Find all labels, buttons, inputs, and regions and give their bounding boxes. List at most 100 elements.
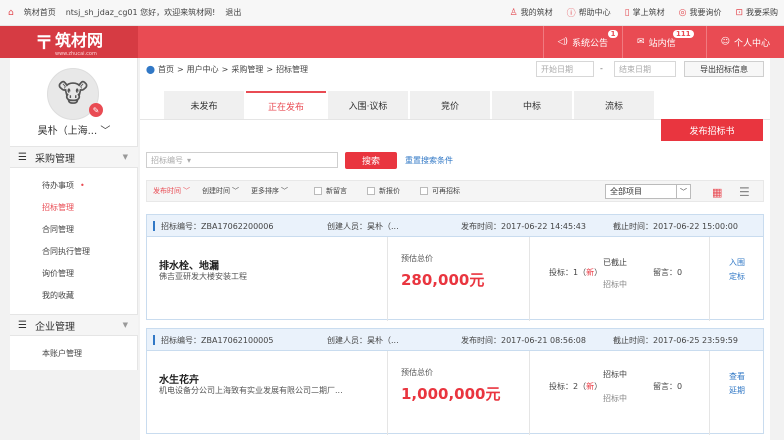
end-date-input[interactable]: 结束日期 (614, 61, 676, 77)
divider (709, 351, 710, 435)
breadcrumb: ⬤ 首页 > 用户中心 > 采购管理 > 招标管理 (146, 64, 309, 75)
my-zhucai-link[interactable]: ♙ 我的筑材 (510, 7, 553, 18)
crumb-home[interactable]: 首页 (158, 64, 174, 75)
crumb-user-center[interactable]: 用户中心 (187, 64, 219, 75)
header-accent (153, 220, 155, 231)
filter-rebid[interactable]: 可再招标 (420, 186, 460, 196)
status-top: 已截止 (603, 258, 627, 267)
tab-awarded[interactable]: 中标 (492, 91, 572, 119)
sort-publish-time[interactable]: 发布时间 ﹀ (147, 186, 196, 196)
grid-view-icon[interactable]: ▦ (712, 186, 722, 199)
status-bottom: 招标中 (603, 280, 627, 289)
extend-action[interactable]: 延期 (729, 385, 745, 396)
project-company: 机电设备分公司上海致有实业发展有限公司二期厂... (159, 386, 343, 395)
home-link[interactable]: 筑材首页 (24, 7, 56, 18)
inquiry-icon: ◎ (678, 7, 687, 18)
status-top: 招标中 (603, 370, 627, 379)
start-date-input[interactable]: 开始日期 (536, 61, 594, 77)
chevron-down-icon: ﹀ (232, 187, 239, 195)
sidebar-item-bid-management[interactable]: 招标管理 (42, 202, 74, 213)
tab-failed[interactable]: 流标 (574, 91, 654, 119)
sidebar-item-contract-exec[interactable]: 合同执行管理 (42, 246, 90, 257)
checkbox[interactable] (314, 187, 322, 195)
bid-creator: 创建人员：昊朴（... (327, 336, 399, 345)
checkbox[interactable] (367, 187, 375, 195)
sidebar-item-inquiry[interactable]: 询价管理 (42, 268, 74, 279)
project-name[interactable]: 水生花卉 (159, 371, 199, 386)
tab-auction[interactable]: 竞价 (410, 91, 490, 119)
bid-code-search-input[interactable]: 招标编号 ▾ (146, 152, 338, 168)
message-count: 留言：0 (653, 382, 683, 391)
tab-shortlist[interactable]: 入围·议标 (328, 91, 408, 119)
logout-link[interactable]: 退出 (225, 7, 241, 18)
view-action[interactable]: 查看 (729, 371, 745, 382)
list-view-icon[interactable]: ☰ (739, 185, 750, 199)
bid-publish-time: 发布时间：2017-06-22 14:45:43 (461, 222, 586, 231)
bid-code: 招标编号：ZBA17062200006 (161, 222, 274, 231)
tab-unpublished[interactable]: 未发布 (164, 91, 244, 119)
notice-badge: 1 (607, 30, 619, 38)
filter-new-message[interactable]: 新留言 (314, 186, 347, 196)
messages-button[interactable]: ✉ 站内信 111 (622, 26, 706, 58)
date-separator: - (600, 64, 603, 73)
bid-publish-time: 发布时间：2017-06-21 08:56:08 (461, 336, 586, 345)
project-select[interactable]: 全部项目 ﹀ (605, 184, 691, 199)
bid-card: 招标编号：ZBA17062100005 创建人员：昊朴（... 发布时间：201… (146, 328, 764, 435)
chevron-down-icon: ﹀ (676, 185, 690, 198)
logo[interactable]: 〒 筑材网 www.zhucai.com (0, 26, 138, 58)
status-bottom: 招标中 (603, 394, 627, 403)
sidebar-item-contract[interactable]: 合同管理 (42, 224, 74, 235)
speaker-icon: ◁) (557, 37, 569, 47)
sidebar-item-todo[interactable]: 待办事项 • (42, 180, 85, 191)
chevron-down-icon: ﹀ (183, 187, 190, 195)
bid-card-header: 招标编号：ZBA17062200006 创建人员：昊朴（... 发布时间：201… (147, 215, 763, 237)
project-name[interactable]: 排水栓、地漏 (159, 257, 219, 272)
divider (529, 237, 530, 321)
chevron-down-icon: ▼ (122, 153, 128, 161)
bid-creator: 创建人员：昊朴（... (327, 222, 399, 231)
reset-search-link[interactable]: 重置搜索条件 (405, 155, 453, 166)
divider (387, 237, 388, 321)
phone-icon: ▯ (624, 7, 630, 18)
messages-badge: 111 (673, 30, 694, 38)
inquiry-link[interactable]: ◎ 我要询价 (679, 7, 722, 18)
purchase-link[interactable]: ⊡ 我要采购 (735, 7, 778, 18)
sidebar-item-account[interactable]: 本账户管理 (42, 348, 82, 359)
chevron-down-icon: ▼ (122, 321, 128, 329)
filter-new-quote[interactable]: 新报价 (367, 186, 400, 196)
chevron-down-icon: ﹀ (100, 126, 111, 137)
shortlist-action[interactable]: 入围 (729, 257, 745, 268)
sidebar-item-favorites[interactable]: 我的收藏 (42, 290, 74, 301)
help-icon: ⓘ (566, 9, 576, 19)
divider (387, 351, 388, 435)
status-tabs: 未发布 正在发布 入围·议标 竞价 中标 流标 (164, 91, 654, 119)
system-notice-button[interactable]: ◁) 系统公告 1 (542, 26, 622, 58)
search-button[interactable]: 搜索 (345, 152, 397, 169)
checkbox[interactable] (420, 187, 428, 195)
price-label: 预估总价 (401, 368, 433, 377)
main-header: 〒 筑材网 www.zhucai.com ◁) 系统公告 1 ✉ 站内信 111 … (0, 26, 784, 58)
award-action[interactable]: 定标 (729, 271, 745, 282)
publish-tender-button[interactable]: 发布招标书 (661, 119, 763, 141)
section-purchase-management[interactable]: ☰ 采购管理 ▼ (10, 146, 138, 168)
price-label: 预估总价 (401, 254, 433, 263)
smiley-icon: ☺ (720, 37, 730, 47)
sidebar: 🐮 ✎ 昊朴（上海... ﹀ ☰ 采购管理 ▼ 待办事项 • 招标管理 合同管理 … (10, 58, 138, 370)
list-icon: ☰ (18, 151, 27, 163)
project-company: 佛吉亚研发大楼安装工程 (159, 272, 247, 281)
section-enterprise-management[interactable]: ☰ 企业管理 ▼ (10, 314, 138, 336)
personal-center-button[interactable]: ☺ 个人中心 (705, 26, 784, 58)
sort-create-time[interactable]: 创建时间 ﹀ (196, 186, 245, 196)
user-name[interactable]: 昊朴（上海... ﹀ (10, 122, 138, 137)
crumb-purchase[interactable]: 采购管理 (231, 64, 263, 75)
tab-publishing[interactable]: 正在发布 (246, 91, 326, 119)
edit-avatar-icon[interactable]: ✎ (89, 103, 103, 117)
crumb-current: 招标管理 (276, 65, 309, 74)
divider (529, 351, 530, 435)
mobile-zhucai-link[interactable]: ▯ 掌上筑材 (625, 7, 665, 18)
bid-count: 投标：2（新） (549, 382, 603, 391)
sort-more[interactable]: 更多排序 ﹀ (245, 186, 294, 196)
mail-icon: ✉ (637, 37, 645, 47)
export-button[interactable]: 导出招标信息 (684, 61, 764, 77)
help-center-link[interactable]: ⓘ 帮助中心 (567, 6, 611, 19)
